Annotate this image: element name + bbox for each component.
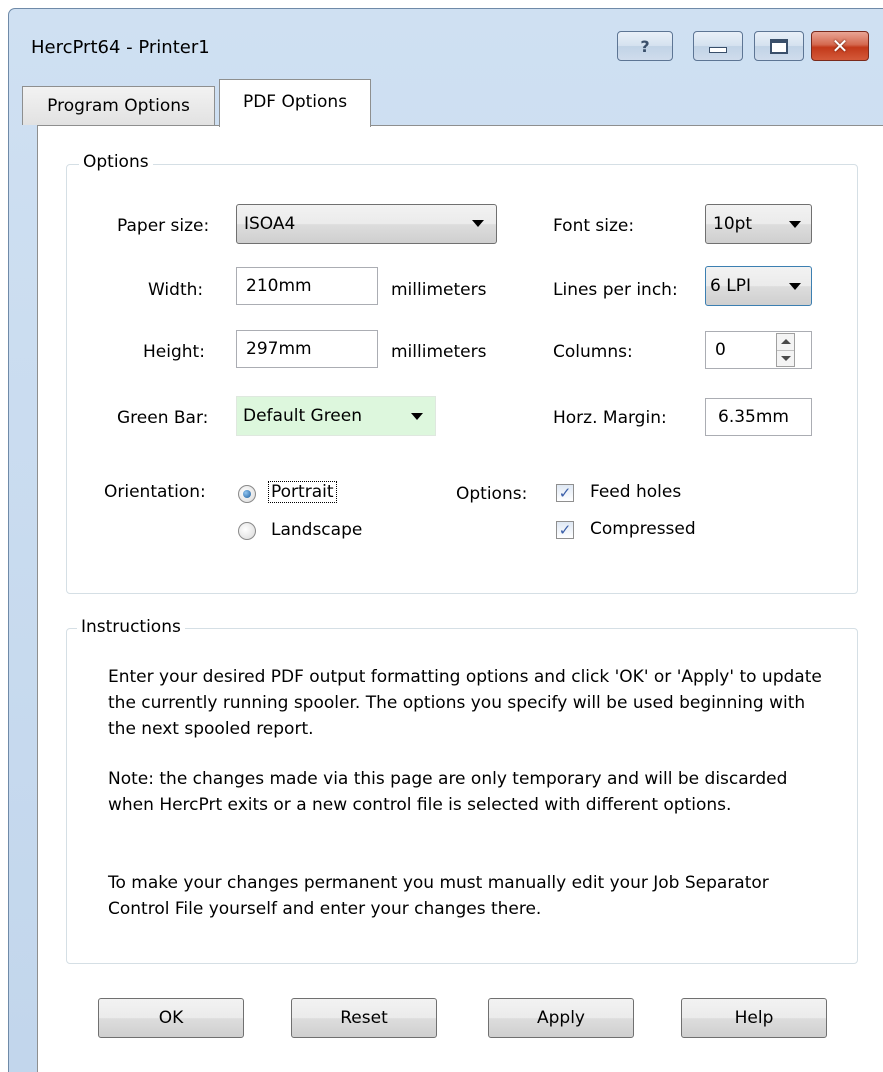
close-button[interactable]: ✕ — [811, 31, 869, 61]
green-bar-label: Green Bar: — [117, 408, 209, 428]
paper-size-label: Paper size: — [117, 216, 210, 236]
question-icon: ? — [640, 36, 650, 56]
font-size-select[interactable]: 10pt — [705, 204, 812, 244]
columns-label: Columns: — [553, 342, 633, 362]
instructions-paragraph-1: Enter your desired PDF output formatting… — [108, 667, 822, 739]
width-field[interactable]: 210mm — [236, 267, 378, 305]
spinner-down-icon[interactable] — [781, 356, 791, 361]
portrait-label[interactable]: Portrait — [268, 481, 337, 503]
window-title: HercPrt64 - Printer1 — [31, 37, 210, 58]
compressed-checkbox[interactable]: ✓ — [556, 521, 574, 539]
minimize-button[interactable] — [693, 31, 743, 61]
minimize-icon — [709, 47, 727, 53]
help-button[interactable]: Help — [681, 998, 827, 1038]
tab-pdf-options[interactable]: PDF Options — [219, 79, 371, 127]
font-size-label: Font size: — [553, 216, 635, 236]
chevron-down-icon — [411, 413, 423, 420]
instructions-group-title: Instructions — [77, 617, 185, 637]
radio-selected-dot — [243, 490, 251, 498]
portrait-radio[interactable] — [238, 485, 256, 503]
paper-size-value: ISOA4 — [244, 214, 296, 234]
height-field[interactable]: 297mm — [236, 330, 378, 368]
feed-holes-checkbox[interactable]: ✓ — [556, 484, 574, 502]
chevron-down-icon — [472, 220, 484, 227]
chevron-down-icon — [789, 221, 801, 228]
lines-per-inch-select[interactable]: 6 LPI — [705, 266, 812, 306]
compressed-label[interactable]: Compressed — [590, 519, 696, 539]
close-icon: ✕ — [831, 34, 849, 58]
orientation-label: Orientation: — [104, 482, 206, 502]
green-bar-select[interactable]: Default Green — [236, 396, 436, 436]
lines-per-inch-label: Lines per inch: — [553, 280, 678, 300]
maximize-button[interactable] — [754, 31, 804, 61]
spinner-up-icon[interactable] — [781, 339, 791, 344]
maximize-icon — [770, 38, 788, 54]
feed-holes-label[interactable]: Feed holes — [590, 482, 681, 502]
horz-margin-label: Horz. Margin: — [553, 408, 667, 428]
apply-button[interactable]: Apply — [488, 998, 634, 1038]
width-unit: millimeters — [391, 280, 487, 300]
columns-spinner[interactable] — [776, 333, 795, 367]
horz-margin-field[interactable]: 6.35mm — [705, 398, 812, 436]
lines-per-inch-value: 6 LPI — [710, 276, 751, 296]
height-unit: millimeters — [391, 342, 487, 362]
font-size-value: 10pt — [713, 214, 753, 234]
instructions-paragraph-3: To make your changes permanent you must … — [108, 873, 769, 919]
help-title-button[interactable]: ? — [617, 31, 673, 61]
options-group-title: Options — [79, 152, 153, 172]
title-bar[interactable]: HercPrt64 - Printer1 ? ✕ — [9, 9, 883, 79]
instructions-paragraph-2: Note: the changes made via this page are… — [108, 769, 788, 815]
ok-button[interactable]: OK — [98, 998, 244, 1038]
green-bar-value: Default Green — [243, 406, 362, 426]
width-label: Width: — [148, 280, 204, 300]
chevron-down-icon — [789, 283, 801, 290]
landscape-radio[interactable] — [238, 522, 256, 540]
tab-program-options[interactable]: Program Options — [22, 86, 215, 125]
height-label: Height: — [143, 342, 205, 362]
spinner-divider — [777, 350, 794, 351]
columns-field[interactable]: 0 — [705, 331, 812, 369]
options-flags-label: Options: — [456, 484, 528, 504]
landscape-label[interactable]: Landscape — [271, 520, 362, 540]
paper-size-select[interactable]: ISOA4 — [236, 204, 497, 244]
reset-button[interactable]: Reset — [291, 998, 437, 1038]
